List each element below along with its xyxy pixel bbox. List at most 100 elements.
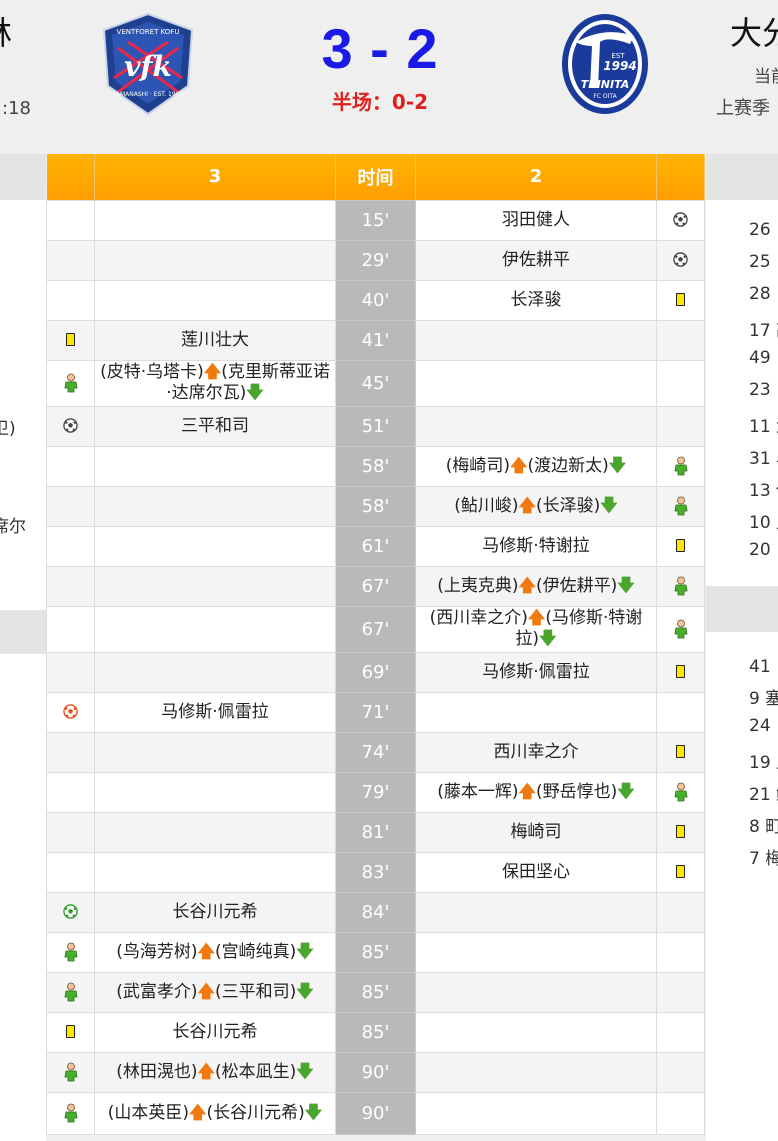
sub-in-player[interactable]: (鲇川峻) bbox=[454, 496, 518, 516]
away-event-cell bbox=[415, 891, 657, 933]
event-time: 85' bbox=[335, 971, 416, 1013]
away-event-cell bbox=[415, 405, 657, 447]
away-lineup-fragment: 8 町 bbox=[749, 817, 778, 837]
event-time: 41' bbox=[335, 319, 416, 361]
home-event-icon-cell bbox=[46, 239, 95, 281]
away-event-cell: 马修斯·佩雷拉 bbox=[415, 651, 657, 693]
away-lineup-panel: 26 25 28 17 高 49 23 11 渡 31 马 13 伊 10 里 20 41 ア 9 塞 2… bbox=[706, 154, 778, 1141]
away-lineup-fragment: 25 bbox=[749, 252, 771, 272]
sub-in-player[interactable]: (西川幸之介) bbox=[430, 608, 528, 628]
away-event-icon-cell bbox=[656, 1091, 705, 1135]
home-event-cell: 三平和司 bbox=[94, 405, 336, 447]
event-time: 85' bbox=[335, 1011, 416, 1053]
sub-in-player[interactable]: (武富孝介) bbox=[116, 982, 197, 1002]
sub-in-player[interactable]: (梅崎司) bbox=[446, 456, 510, 476]
away-event-cell: 羽田健人 bbox=[415, 199, 657, 241]
event-row: 83' 保田坚心 bbox=[46, 851, 705, 893]
home-event-cell bbox=[94, 279, 336, 321]
event-row: 长谷川元希 85' bbox=[46, 1011, 705, 1053]
away-team-name[interactable]: 大分 bbox=[730, 8, 778, 54]
match-header: 林 ) 名:18 VENTFORET KOFU vfk YAMANASHI · … bbox=[0, 0, 778, 154]
away-goals-header: 2 bbox=[415, 154, 657, 200]
events-header-row: 3 时间 2 bbox=[46, 154, 705, 200]
home-icon-header bbox=[46, 154, 95, 200]
away-player-name[interactable]: 保田坚心 bbox=[502, 862, 570, 882]
sub-out-arrow-icon: 🡇 bbox=[617, 781, 635, 802]
away-event-icon-cell bbox=[656, 525, 705, 567]
sub-out-player[interactable]: (渡边新太) bbox=[528, 456, 609, 476]
home-event-cell bbox=[94, 565, 336, 607]
sub-out-player[interactable]: (长泽骏) bbox=[536, 496, 600, 516]
away-player-name[interactable]: 伊佐耕平 bbox=[502, 250, 570, 270]
yellow-card-icon bbox=[676, 539, 685, 552]
away-lineup-fragment: 11 渡 bbox=[749, 417, 778, 437]
home-event-icon-cell bbox=[46, 319, 95, 361]
away-player-name[interactable]: 长泽骏 bbox=[511, 290, 562, 310]
sub-in-arrow-icon: 🡅 bbox=[518, 495, 536, 516]
home-logo-monogram: vfk bbox=[124, 50, 172, 83]
event-time: 45' bbox=[335, 359, 416, 407]
away-event-icon-cell bbox=[656, 691, 705, 733]
home-team-logo[interactable]: VENTFORET KOFU vfk YAMANASHI · EST. 1965 bbox=[100, 12, 196, 116]
sub-in-player[interactable]: (山本英臣) bbox=[108, 1103, 189, 1123]
sub-out-player[interactable]: (松本凪生) bbox=[215, 1062, 296, 1082]
sub-in-player[interactable]: (藤本一辉) bbox=[437, 782, 518, 802]
away-player-name[interactable]: 马修斯·佩雷拉 bbox=[482, 662, 589, 682]
away-event-icon-cell bbox=[656, 485, 705, 527]
away-lineup-fragment: 26 bbox=[749, 220, 771, 240]
event-row: 15' 羽田健人 bbox=[46, 199, 705, 241]
sub-out-player[interactable]: (长谷川元希) bbox=[207, 1103, 305, 1123]
home-event-icon-cell bbox=[46, 771, 95, 813]
home-event-icon-cell bbox=[46, 731, 95, 773]
home-player-name[interactable]: 三平和司 bbox=[181, 416, 249, 436]
sub-in-arrow-icon: 🡅 bbox=[203, 362, 222, 382]
home-subs-header bbox=[0, 610, 46, 654]
event-time: 51' bbox=[335, 405, 416, 447]
sub-out-arrow-icon: 🡇 bbox=[296, 1061, 314, 1082]
home-player-name[interactable]: 长谷川元希 bbox=[173, 902, 258, 922]
sub-in-arrow-icon: 🡅 bbox=[510, 455, 528, 476]
away-player-name[interactable]: 羽田健人 bbox=[502, 210, 570, 230]
sub-in-player[interactable]: (上夷克典) bbox=[437, 576, 518, 596]
away-player-name[interactable]: 梅崎司 bbox=[511, 822, 562, 842]
sub-out-player[interactable]: (三平和司) bbox=[215, 982, 296, 1002]
away-event-cell bbox=[415, 1051, 657, 1093]
substitution-player-icon bbox=[64, 982, 77, 1001]
event-row: 81' 梅崎司 bbox=[46, 811, 705, 853]
home-event-cell bbox=[94, 651, 336, 693]
event-row: 莲川壮大 41' bbox=[46, 319, 705, 361]
home-player-name[interactable]: 长谷川元希 bbox=[173, 1022, 258, 1042]
away-lineup-fragment: 19 上 bbox=[749, 753, 778, 773]
away-lineup-fragment: 20 bbox=[749, 540, 771, 560]
away-team-logo[interactable]: EST 1994 TRINITA FC OITA bbox=[560, 12, 650, 116]
away-player-name[interactable]: 马修斯·特谢拉 bbox=[482, 536, 589, 556]
sub-out-player[interactable]: (野岳惇也) bbox=[536, 782, 617, 802]
away-player-name[interactable]: 西川幸之介 bbox=[494, 742, 579, 762]
event-time: 15' bbox=[335, 199, 416, 241]
home-player-name[interactable]: 莲川壮大 bbox=[181, 330, 249, 350]
home-event-icon-cell bbox=[46, 1051, 95, 1093]
sub-in-player[interactable]: (皮特·乌塔卡) bbox=[100, 362, 204, 382]
event-time: 67' bbox=[335, 605, 416, 653]
event-row: 三平和司 51' bbox=[46, 405, 705, 447]
home-event-icon-cell bbox=[46, 605, 95, 653]
away-event-cell bbox=[415, 319, 657, 361]
home-team-name[interactable]: 林 bbox=[0, 8, 12, 54]
home-player-name[interactable]: 马修斯·佩雷拉 bbox=[161, 702, 268, 722]
home-event-cell bbox=[94, 811, 336, 853]
sub-out-arrow-icon: 🡇 bbox=[296, 941, 314, 962]
home-event-cell bbox=[94, 199, 336, 241]
sub-out-player[interactable]: (伊佐耕平) bbox=[536, 576, 617, 596]
away-lineup-fragment: 13 伊 bbox=[749, 481, 778, 501]
sub-out-arrow-icon: 🡇 bbox=[296, 981, 314, 1002]
substitution-player-icon bbox=[64, 942, 77, 961]
sub-out-player[interactable]: (宫崎纯真) bbox=[215, 942, 296, 962]
sub-in-player[interactable]: (林田滉也) bbox=[116, 1062, 197, 1082]
event-row: 40' 长泽骏 bbox=[46, 279, 705, 321]
away-event-icon-cell bbox=[656, 199, 705, 241]
sub-out-arrow-icon: 🡇 bbox=[600, 495, 618, 516]
home-event-icon-cell bbox=[46, 931, 95, 973]
sub-out-arrow-icon: 🡇 bbox=[608, 455, 627, 476]
sub-in-player[interactable]: (鸟海芳树) bbox=[116, 942, 197, 962]
away-event-cell bbox=[415, 691, 657, 733]
